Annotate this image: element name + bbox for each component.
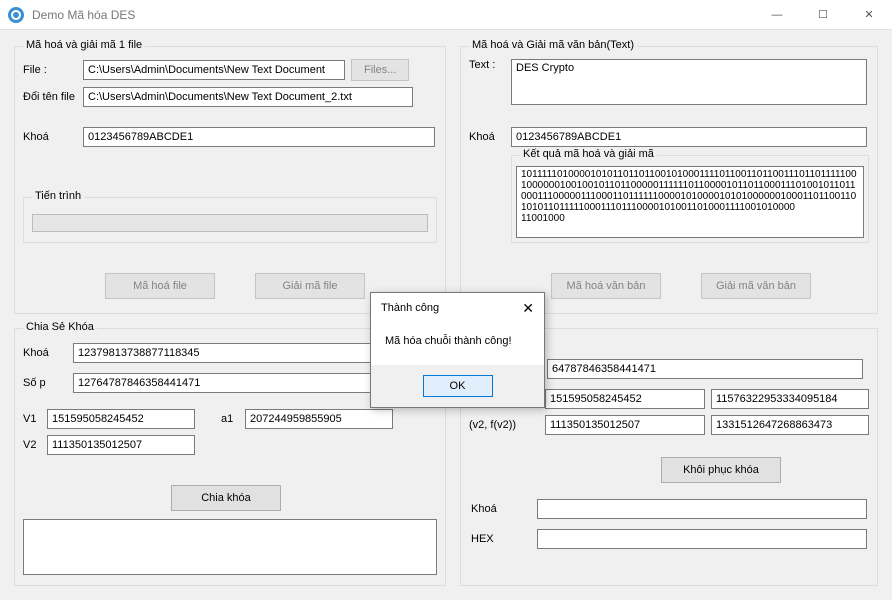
text-group-legend: Mã hoá và Giải mã văn bản(Text) (469, 39, 637, 51)
v1f-b-input[interactable] (711, 389, 869, 409)
file-group-legend: Mã hoá và giải mã 1 file (23, 39, 145, 51)
file-key-input[interactable] (83, 127, 435, 147)
text-label: Text : (469, 59, 505, 71)
share-left-legend: Chia Sẻ Khóa (23, 321, 97, 333)
rename-label: Đổi tên file (23, 91, 77, 103)
result-legend: Kết quả mã hoá và giải mã (520, 148, 657, 160)
hex-input[interactable] (537, 529, 867, 549)
restore-key-label: Khoá (471, 503, 531, 515)
v2f-b-input[interactable] (711, 415, 869, 435)
window-controls: — ☐ ✕ (754, 0, 892, 30)
v2f-a-input[interactable] (545, 415, 705, 435)
titlebar: Demo Mã hóa DES — ☐ ✕ (0, 0, 892, 30)
encrypt-text-button[interactable]: Mã hoá văn bản (551, 273, 661, 299)
v1-input[interactable] (47, 409, 195, 429)
files-button[interactable]: Files... (351, 59, 409, 81)
file-path-input[interactable] (83, 60, 345, 80)
restore-key-input[interactable] (537, 499, 867, 519)
dialog-close-icon[interactable]: ✕ (522, 300, 534, 317)
text-group: Mã hoá và Giải mã văn bản(Text) Text : K… (460, 46, 878, 314)
rename-path-input[interactable] (83, 87, 413, 107)
maximize-button[interactable]: ☐ (800, 0, 846, 30)
dialog-ok-button[interactable]: OK (423, 375, 493, 397)
window-title: Demo Mã hóa DES (32, 8, 135, 22)
text-input[interactable] (511, 59, 867, 105)
decrypt-text-button[interactable]: Giải mã văn bản (701, 273, 811, 299)
a1-input[interactable] (245, 409, 393, 429)
file-key-label: Khoá (23, 131, 77, 143)
dialog-title: Thành công (381, 302, 439, 314)
right-p-input[interactable] (547, 359, 863, 379)
share-output[interactable] (23, 519, 437, 575)
progress-group: Tiến trình (23, 197, 437, 243)
result-group: Kết quả mã hoá và giải mã (511, 155, 869, 243)
encrypt-file-button[interactable]: Mã hoá file (105, 273, 215, 299)
progress-bar (32, 214, 428, 232)
success-dialog: Thành công ✕ Mã hóa chuỗi thành công! OK (370, 292, 545, 408)
v2f-label: (v2, f(v2)) (469, 419, 539, 431)
split-key-button[interactable]: Chia khóa (171, 485, 281, 511)
minimize-button[interactable]: — (754, 0, 800, 30)
dialog-message: Mã hóa chuỗi thành công! (371, 323, 544, 365)
decrypt-file-button[interactable]: Giải mã file (255, 273, 365, 299)
v1-label: V1 (23, 413, 41, 425)
share-p-label: Số p (23, 377, 67, 389)
share-key-label: Khoá (23, 347, 67, 359)
text-key-label: Khoá (469, 131, 505, 143)
file-label: File : (23, 64, 77, 76)
progress-legend: Tiến trình (32, 190, 84, 202)
file-group: Mã hoá và giải mã 1 file File : Files...… (14, 46, 446, 314)
close-button[interactable]: ✕ (846, 0, 892, 30)
app-icon (8, 7, 24, 23)
a1-label: a1 (221, 413, 239, 425)
v1f-a-input[interactable] (545, 389, 705, 409)
text-key-input[interactable] (511, 127, 867, 147)
hex-label: HEX (471, 533, 531, 545)
result-output[interactable] (516, 166, 864, 238)
v2-label: V2 (23, 439, 41, 451)
restore-key-button[interactable]: Khôi phục khóa (661, 457, 781, 483)
v2-input[interactable] (47, 435, 195, 455)
